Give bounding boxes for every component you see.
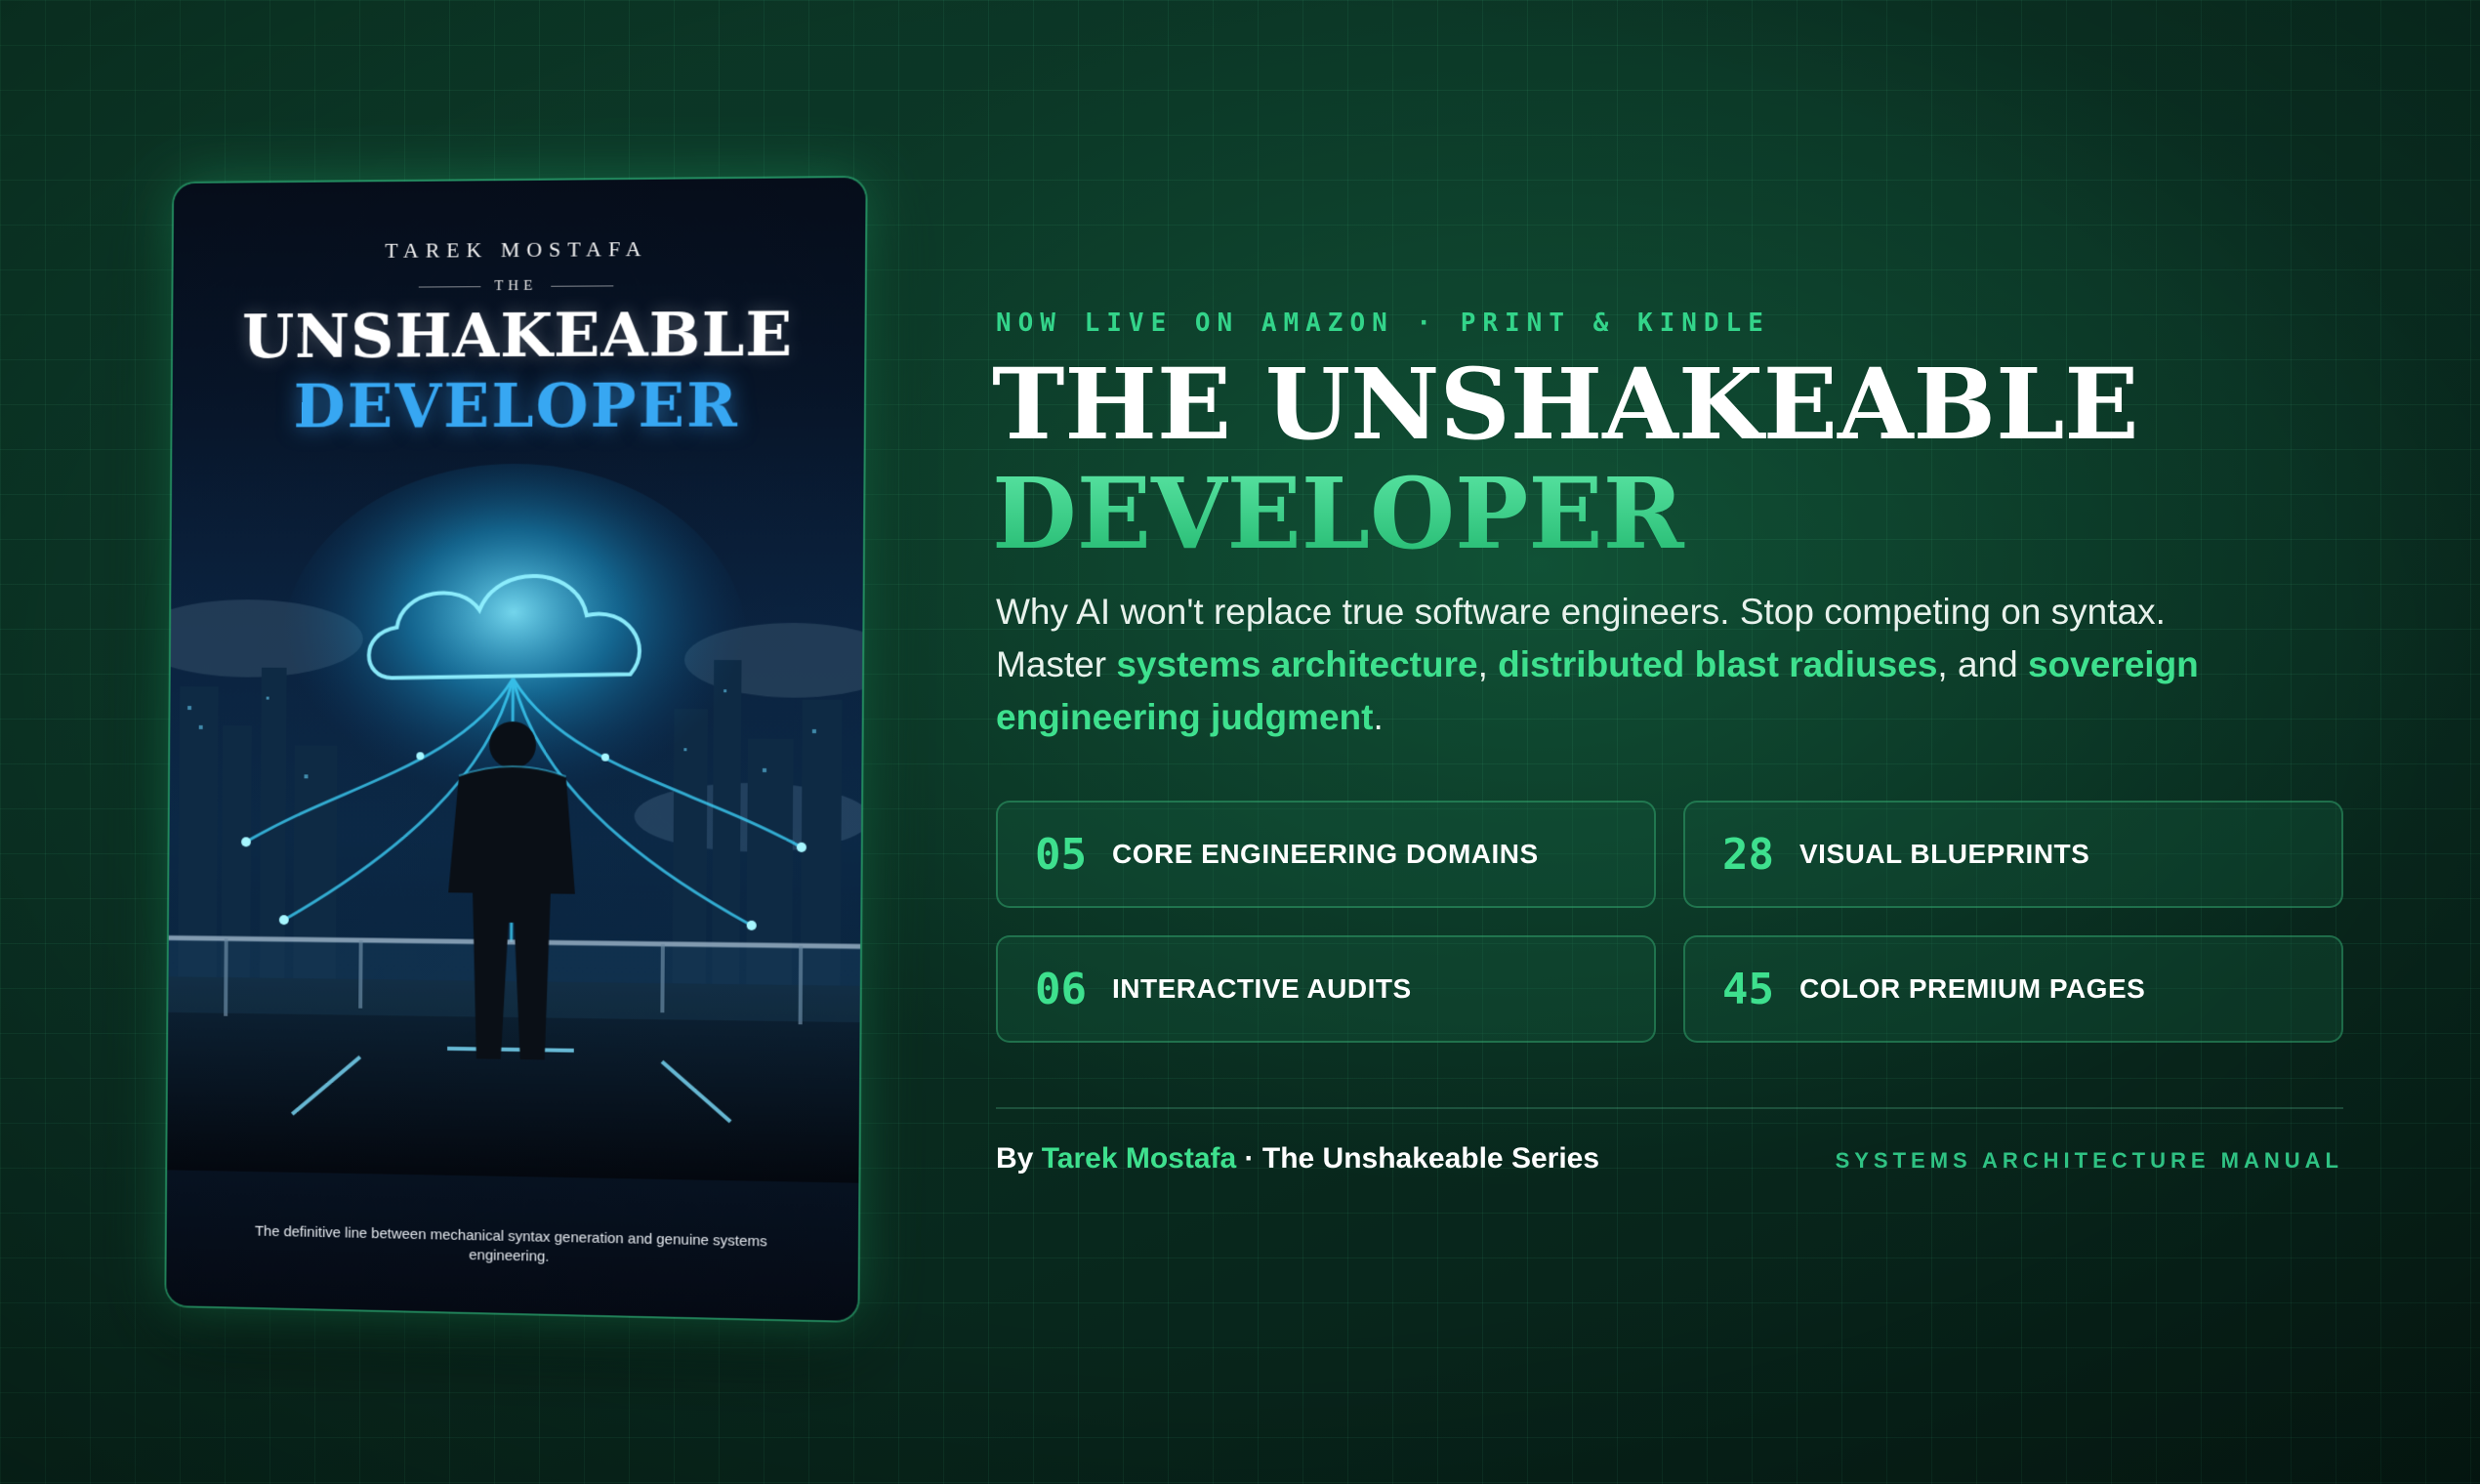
cover-the-row: THE [173, 276, 865, 297]
book-description: Why AI won't replace true software engin… [996, 586, 2207, 744]
cover-illustration [167, 433, 864, 1183]
title-line1: THE UNSHAKEABLE [992, 347, 2139, 462]
cover-title-line1: UNSHAKEABLE [241, 298, 794, 372]
stat-number: 05 [1035, 829, 1087, 880]
stat-number: 06 [1035, 964, 1087, 1014]
stats-grid: 05 CORE ENGINEERING DOMAINS 28 VISUAL BL… [996, 801, 2343, 1043]
availability-eyebrow: NOW LIVE ON AMAZON · PRINT & KINDLE [996, 309, 1770, 338]
cover-rule-right [551, 285, 614, 287]
stat-label: CORE ENGINEERING DOMAINS [1111, 839, 1539, 869]
author-link[interactable]: Tarek Mostafa [1042, 1142, 1237, 1175]
stat-card-pages: 45 COLOR PREMIUM PAGES [1683, 935, 2343, 1043]
manual-tag: SYSTEMS ARCHITECTURE MANUAL [1835, 1148, 2343, 1173]
stat-label: INTERACTIVE AUDITS [1111, 973, 1412, 1004]
stat-number: 45 [1722, 964, 1774, 1014]
stat-card-audits: 06 INTERACTIVE AUDITS [996, 935, 1656, 1043]
cover-rule-left [418, 286, 481, 288]
book-cover[interactable]: TAREK MOSTAFA THE UNSHAKEABLE DEVELOPER [166, 177, 866, 1322]
description-sep1: , [1477, 644, 1499, 684]
stat-label: VISUAL BLUEPRINTS [1798, 839, 2090, 869]
stat-number: 28 [1722, 829, 1774, 880]
title-line2: DEVELOPER [992, 459, 2139, 568]
page-title: THE UNSHAKEABLE DEVELOPER [992, 350, 2139, 568]
highlight-systems-architecture: systems architecture [1116, 644, 1478, 684]
footer-divider [996, 1107, 2343, 1109]
cover-the: THE [494, 277, 538, 295]
byline-prefix: By [996, 1142, 1042, 1175]
cover-title-line2: DEVELOPER [293, 369, 740, 442]
byline: By Tarek Mostafa · The Unshakeable Serie… [996, 1142, 1599, 1175]
highlight-blast-radiuses: distributed blast radiuses [1498, 644, 1938, 684]
stat-card-domains: 05 CORE ENGINEERING DOMAINS [996, 801, 1656, 908]
description-end: . [1373, 697, 1384, 737]
stat-label: COLOR PREMIUM PAGES [1798, 973, 2146, 1004]
description-sep2: , and [1937, 644, 2028, 684]
stat-card-blueprints: 28 VISUAL BLUEPRINTS [1683, 801, 2343, 908]
cover-author: TAREK MOSTAFA [385, 236, 648, 263]
byline-series: · The Unshakeable Series [1236, 1142, 1600, 1175]
cover-tagline: The definitive line between mechanical s… [254, 1222, 767, 1265]
